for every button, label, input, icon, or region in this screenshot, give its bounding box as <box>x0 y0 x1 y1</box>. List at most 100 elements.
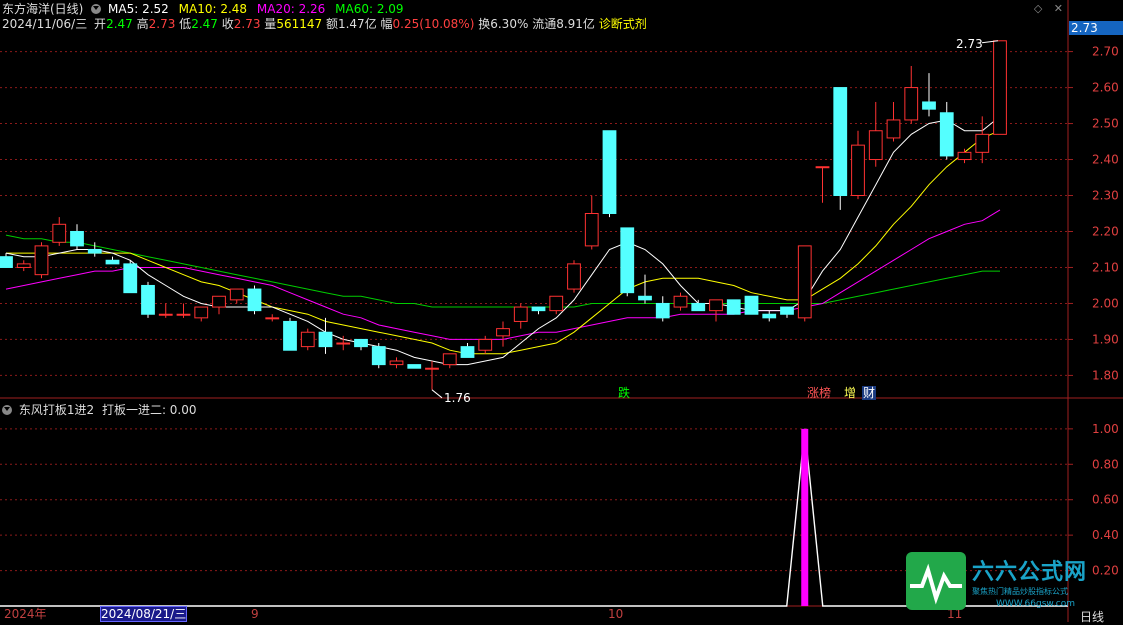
candle-body-down <box>283 320 297 351</box>
window-corner-icons: ◇ ✕ <box>1034 2 1063 15</box>
price-tick-label: 2.10 <box>1092 260 1119 274</box>
candle-body-up <box>957 151 972 161</box>
price-tick-label: 2.40 <box>1092 153 1119 167</box>
candle-body-up <box>300 331 315 348</box>
current-price-badge: 2.73 <box>1069 21 1123 35</box>
candle-body-down <box>123 263 138 294</box>
price-tick-label: 2.50 <box>1092 117 1119 131</box>
candle-body-up <box>34 245 49 276</box>
high-marker-label: 2.73 <box>956 37 983 51</box>
candle-body-down <box>620 227 635 294</box>
candle-body-up <box>797 245 812 319</box>
candle-body-down <box>247 288 262 312</box>
candle-body-up <box>496 328 510 337</box>
candle-body-up <box>993 40 1007 135</box>
candle-body-up <box>815 166 830 169</box>
turnover-label: 换 <box>478 17 491 31</box>
price-tick-label: 2.30 <box>1092 189 1119 203</box>
candle-body-down <box>318 331 333 348</box>
watermark-url: WWW.66gsw.com <box>996 599 1075 609</box>
turnover-value: 6.30% <box>490 17 529 31</box>
price-tick-label: 1.80 <box>1092 368 1119 382</box>
ma10-label: MA10: 2.48 <box>178 2 248 16</box>
candle-body-down <box>939 112 954 157</box>
candle-body-down <box>70 230 84 247</box>
time-label-year: 2024年 <box>4 607 47 621</box>
candle-body-down <box>744 295 759 315</box>
candle-body-up <box>886 119 901 139</box>
candle-body-up <box>513 306 528 322</box>
candle-body-up <box>158 313 173 316</box>
candle-body-up <box>868 130 883 161</box>
candle-body-down <box>87 248 102 254</box>
candle-body-down <box>0 256 13 268</box>
candle-body-down <box>655 302 670 319</box>
volume-value: 561147 <box>276 17 323 31</box>
watermark-subtitle: 聚焦热门精品炒股指标公式 <box>972 587 1068 596</box>
low-label: 低 <box>179 17 192 31</box>
candle-body-up <box>265 317 280 320</box>
candle-body-down <box>726 299 741 315</box>
event-badge-increase[interactable]: 增 <box>843 386 857 400</box>
indicator-title-bar: 东风打板1进2 打板一进二: 0.00 <box>2 402 197 418</box>
candle-body-up <box>673 295 688 308</box>
candle-body-up <box>52 223 67 243</box>
close-icon[interactable]: ✕ <box>1054 2 1063 15</box>
price-tick-label: 2.00 <box>1092 296 1119 310</box>
price-tick-label: 2.60 <box>1092 81 1119 95</box>
quote-info-bar: 2024/11/06/三 开2.47 高2.73 低2.47 收2.73 量56… <box>2 16 647 32</box>
event-badge-rank[interactable]: 涨榜 <box>806 386 832 400</box>
candle-body-down <box>371 346 386 366</box>
event-badge-finance[interactable]: 财 <box>862 386 877 400</box>
candle-body-up <box>336 342 351 345</box>
ma60-label: MA60: 2.09 <box>335 2 404 16</box>
candle-body-down <box>531 306 546 312</box>
low-value: 2.47 <box>191 17 218 31</box>
date-value: 2024/11/06/三 <box>2 17 88 31</box>
price-tick-label: 1.90 <box>1092 332 1119 346</box>
low-marker-line <box>431 389 443 399</box>
change-label: 幅 <box>380 17 393 31</box>
high-value: 2.73 <box>148 17 176 31</box>
candle-body-up <box>567 263 581 290</box>
candle-body-down <box>460 346 475 358</box>
indicator-name[interactable]: 东风打板1进2 <box>19 403 94 417</box>
candle-body-up <box>851 144 865 197</box>
indicator-value: 打板一进二: 0.00 <box>101 403 197 417</box>
settings-circle-icon[interactable] <box>91 4 102 14</box>
candle-body-up <box>194 306 209 319</box>
indicator-signal-bar <box>801 428 809 606</box>
candle-body-down <box>922 101 936 110</box>
candle-body-up <box>16 263 31 268</box>
event-badge-fall[interactable]: 跌 <box>617 386 631 400</box>
stock-name[interactable]: 东方海洋(日线) <box>2 2 83 16</box>
open-value: 2.47 <box>106 17 133 31</box>
low-marker-label: 1.76 <box>444 391 471 405</box>
indicator-settings-icon[interactable] <box>2 405 12 415</box>
candle-body-up <box>709 299 723 312</box>
candle-body-down <box>105 259 120 265</box>
candle-body-down <box>691 302 706 312</box>
candle-body-up <box>478 338 493 351</box>
high-label: 高 <box>136 17 149 31</box>
indicator-tick-label: 0.80 <box>1092 457 1119 471</box>
time-label-oct: 10 <box>608 607 624 621</box>
watermark-mark-icon <box>906 552 966 610</box>
candle-body-up <box>229 288 244 301</box>
volume-label: 量 <box>264 17 277 31</box>
candle-body-down <box>407 364 422 369</box>
watermark-logo: 六六公式网 聚焦热门精品炒股指标公式 WWW.66gsw.com <box>906 552 1118 614</box>
open-label: 开 <box>94 17 107 31</box>
price-tick-label: 2.70 <box>1092 45 1119 59</box>
candle-body-down <box>141 284 155 315</box>
indicator-tick-label: 0.60 <box>1092 493 1119 507</box>
diamond-icon[interactable]: ◇ <box>1034 2 1042 15</box>
close-label: 收 <box>221 17 234 31</box>
time-label-cursor-date: 2024/08/21/三 <box>99 606 188 622</box>
candle-body-up <box>549 295 564 312</box>
ma10-line <box>6 130 1001 355</box>
chart-canvas: 2.70 2.60 2.50 2.40 2.30 2.20 2.10 2.00 1.90 1.80… <box>0 0 1123 622</box>
diagnose-link[interactable]: 诊断式剂 <box>599 17 647 31</box>
ma20-label: MA20: 2.26 <box>256 2 326 16</box>
indicator-tick-label: 1.00 <box>1092 422 1119 436</box>
